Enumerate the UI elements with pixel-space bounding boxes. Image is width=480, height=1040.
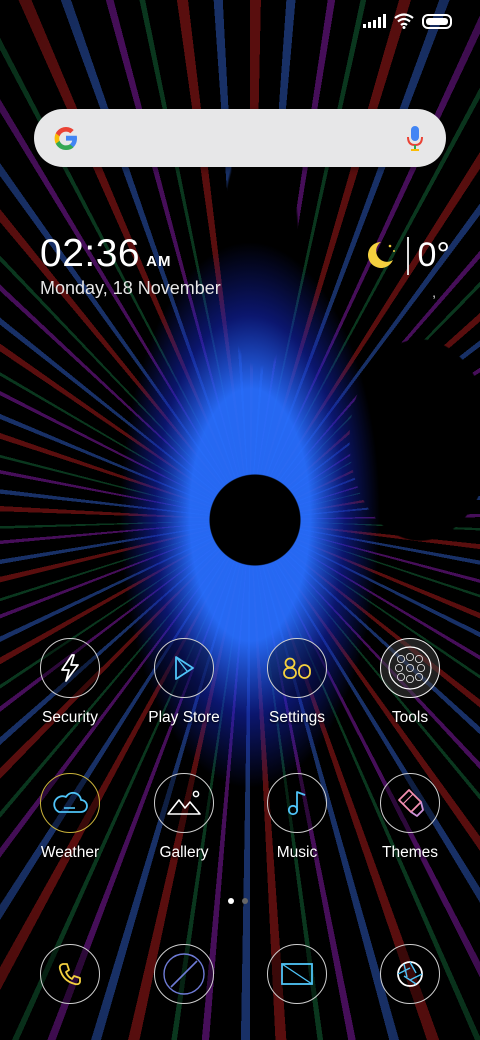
app-settings[interactable]: Settings [241,638,353,727]
google-search-bar[interactable] [34,109,446,167]
page-dot [242,898,248,904]
app-label: Tools [391,709,429,726]
app-gallery[interactable]: Gallery [128,773,240,862]
battery-icon [422,13,452,29]
mountain-photo-icon [167,790,201,815]
dock-messages-circle [267,944,327,1004]
settings-icon [283,657,311,679]
clock-date: Monday, 18 November [40,278,221,298]
app-security[interactable]: Security [14,638,126,727]
camera-icon [397,961,423,987]
app-weather[interactable]: Weather [14,773,126,862]
app-label: Play Store [148,709,220,726]
dock-phone[interactable] [14,944,126,1004]
app-label: Weather [40,844,100,861]
cloud-icon [53,791,88,813]
app-label: Security [42,709,98,726]
weather-widget[interactable]: 0° , [361,236,450,300]
app-themes-circle [380,773,440,833]
dock-camera[interactable] [354,944,466,1004]
clock-time: 02:36 [40,232,141,275]
app-label: Gallery [159,844,209,861]
app-label: Settings [268,709,325,726]
play-store-icon [175,656,194,680]
tools-folder-icon [388,646,432,690]
app-tools-circle [380,638,440,698]
mic-icon[interactable] [406,124,424,152]
app-label: Themes [382,844,438,861]
page-indicator[interactable] [228,898,248,904]
lightning-shield-icon [61,654,79,682]
dock-camera-circle [380,944,440,1004]
widget-divider [407,236,410,275]
dock-messages[interactable] [241,944,353,1004]
moon-cloud-icon [368,241,396,268]
clock-ampm: AM [146,253,172,270]
google-g-icon [54,127,77,150]
brush-icon [398,789,424,817]
cell-signal-icon [363,14,386,28]
app-music-circle [267,773,327,833]
app-music[interactable]: Music [241,773,353,862]
app-tools-folder[interactable]: Tools [354,638,466,727]
dock-phone-circle [40,944,100,1004]
phone-icon [58,963,81,986]
temperature: 0° [417,236,450,274]
app-gallery-circle [154,773,214,833]
weather-extra-text: , [432,284,436,300]
dock-browser-circle [154,944,214,1004]
app-play-store-circle [154,638,214,698]
wifi-icon [394,13,414,29]
app-weather-circle [40,773,100,833]
app-themes[interactable]: Themes [354,773,466,862]
app-security-circle [40,638,100,698]
music-note-icon [287,791,306,816]
browser-icon [163,953,205,995]
messages-icon [281,963,313,985]
clock-widget[interactable]: 02:36 AM Monday, 18 November [40,232,221,299]
page-dot-active [228,898,234,904]
app-play-store[interactable]: Play Store [128,638,240,727]
app-label: Music [276,844,318,861]
status-bar [363,10,452,32]
dock-browser[interactable] [128,944,240,1004]
app-settings-circle [267,638,327,698]
